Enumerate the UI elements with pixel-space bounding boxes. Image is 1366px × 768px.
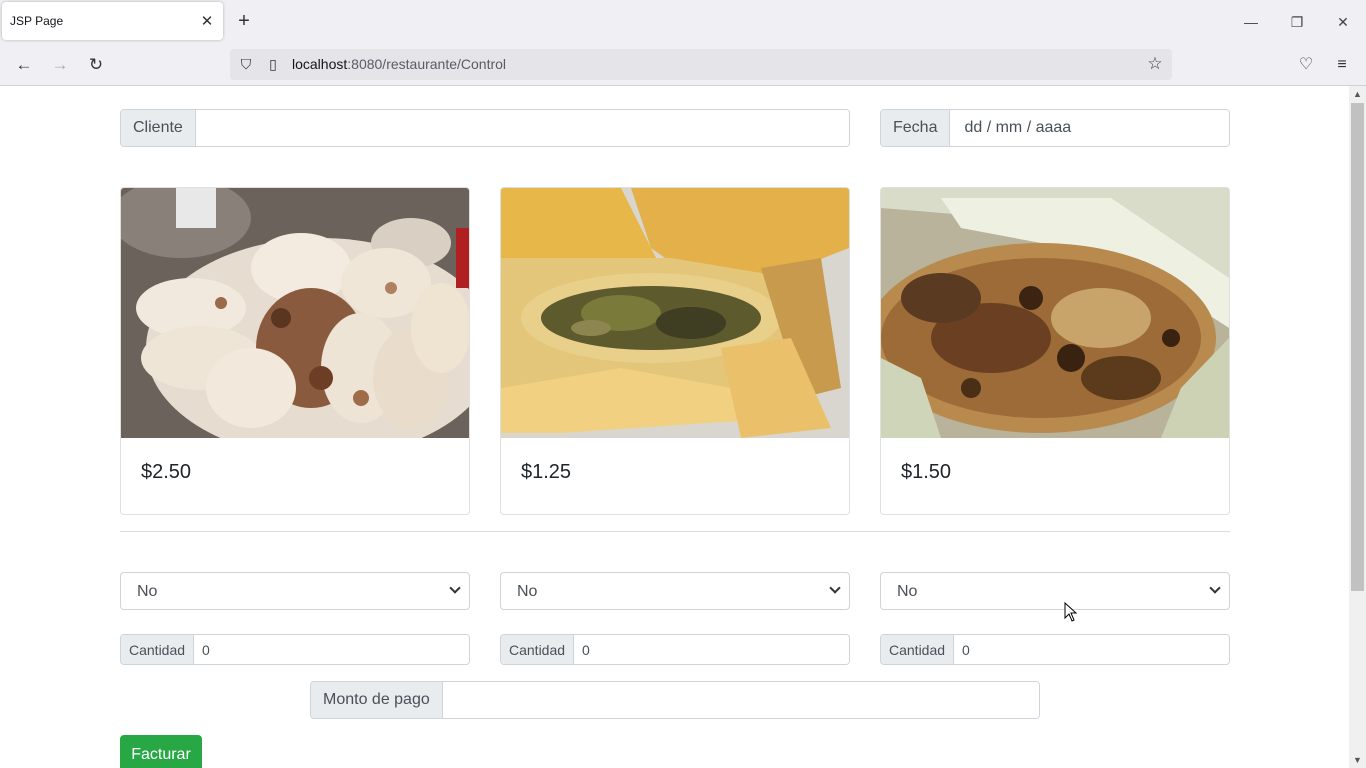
cliente-input[interactable] [195,110,849,146]
pocket-icon[interactable]: ♡ [1294,53,1318,77]
vertical-scrollbar[interactable]: ▲ ▼ [1349,86,1366,768]
url-text[interactable]: localhost:8080/restaurante/Control [292,56,506,72]
cantidad-input-1[interactable] [194,635,469,664]
divider [120,531,1230,532]
page-icon[interactable]: ▯ [263,54,283,74]
scroll-up-icon[interactable]: ▲ [1349,86,1366,102]
cantidad-group-2: Cantidad [500,634,850,665]
cantidad-input-2[interactable] [574,635,849,664]
monto-group: Monto de pago [310,681,1040,719]
facturar-button[interactable]: Facturar [120,735,202,768]
tamal-elote-photo [881,188,1229,438]
fecha-group: Fecha [880,109,1230,147]
url-host: localhost [292,56,348,72]
tab-bar: JSP Page ✕ + — ❐ ✕ [0,0,1366,44]
chevron-down-icon [449,582,461,594]
tamal-photo [501,188,849,438]
shield-icon[interactable]: ⛉ [236,54,256,74]
new-tab-icon[interactable]: + [233,11,255,33]
chevron-down-icon [1209,582,1221,594]
close-tab-icon[interactable]: ✕ [197,11,217,31]
select-value-3: No [897,583,918,600]
minimize-icon[interactable]: — [1236,10,1266,34]
monto-label: Monto de pago [311,682,443,718]
cliente-label: Cliente [121,110,196,146]
cantidad-group-1: Cantidad [120,634,470,665]
tab-title: JSP Page [10,14,64,28]
fecha-input[interactable] [950,110,1229,146]
product-card-1: $2.50 [120,187,470,515]
product-price-3: $1.50 [901,461,952,483]
menu-icon[interactable]: ≡ [1330,53,1354,77]
product-select-2[interactable]: No [500,572,850,610]
cantidad-label-1: Cantidad [121,635,195,664]
product-card-3: $1.50 [880,187,1230,515]
fecha-label: Fecha [881,110,951,146]
monto-input[interactable] [442,682,1039,718]
back-icon[interactable]: ← [11,53,37,77]
bookmark-star-icon[interactable]: ☆ [1144,53,1166,75]
close-window-icon[interactable]: ✕ [1328,10,1358,34]
select-value-1: No [137,583,158,600]
forward-icon[interactable]: → [47,53,73,77]
nav-bar: ← → ↻ ⛉ ▯ localhost:8080/restaurante/Con… [0,44,1366,86]
mouse-cursor-icon [1064,602,1078,622]
browser-chrome: JSP Page ✕ + — ❐ ✕ ← → ↻ ⛉ ▯ localhost:8… [0,0,1366,86]
cantidad-label-2: Cantidad [501,635,575,664]
product-price-1: $2.50 [141,461,192,483]
tab-jsp-page[interactable]: JSP Page ✕ [2,2,223,40]
restore-icon[interactable]: ❐ [1282,10,1312,34]
cantidad-group-3: Cantidad [880,634,1230,665]
product-select-1[interactable]: No [120,572,470,610]
product-price-2: $1.25 [521,461,572,483]
address-bar[interactable]: ⛉ ▯ localhost:8080/restaurante/Control ☆ [230,49,1172,80]
pupusas-photo [121,188,469,438]
chevron-down-icon [829,582,841,594]
select-value-2: No [517,583,538,600]
cantidad-input-3[interactable] [954,635,1229,664]
reload-icon[interactable]: ↻ [83,53,109,77]
scroll-thumb[interactable] [1351,103,1364,591]
cliente-group: Cliente [120,109,850,147]
scroll-down-icon[interactable]: ▼ [1349,752,1366,768]
page-viewport: Cliente Fecha $ [0,86,1349,768]
url-path: :8080/restaurante/Control [347,56,507,72]
product-card-2: $1.25 [500,187,850,515]
cantidad-label-3: Cantidad [881,635,955,664]
product-select-3[interactable]: No [880,572,1230,610]
